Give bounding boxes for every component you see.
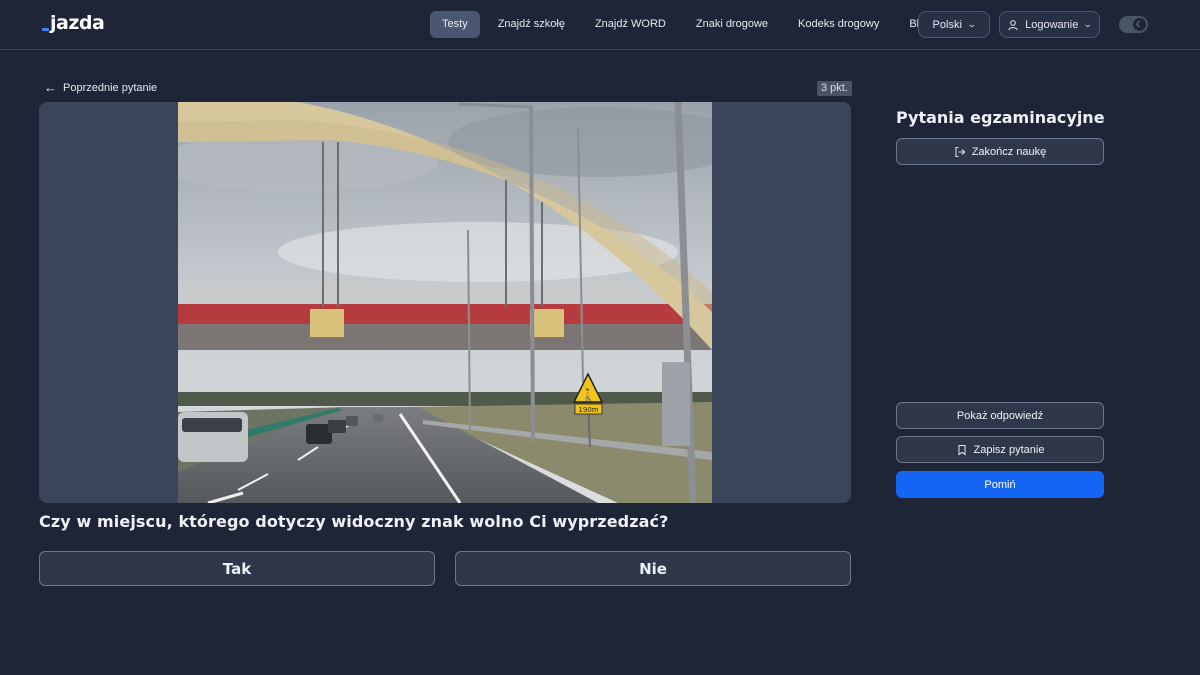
user-icon [1008, 19, 1018, 30]
points-badge: 3 pkt. [817, 81, 852, 96]
logo-text: jazda [50, 12, 105, 34]
logout-icon [955, 146, 965, 157]
logo[interactable]: jazda [42, 12, 105, 34]
chevron-down-icon: ⌄ [966, 19, 977, 29]
question-media: 🚶 190m [39, 102, 851, 503]
bookmark-icon [958, 444, 966, 455]
nav-item-testy[interactable]: Testy [430, 11, 480, 38]
previous-question-link[interactable]: ← Poprzednie pytanie [44, 80, 157, 95]
language-select[interactable]: Polski ⌄ [918, 11, 990, 38]
login-label: Logowanie [1025, 18, 1079, 31]
moon-icon: ☾ [1133, 18, 1146, 31]
logo-accent-mark [42, 27, 49, 31]
sidebar-title: Pytania egzaminacyjne [896, 108, 1105, 127]
nav-item-find-school[interactable]: Znajdź szkołę [486, 11, 577, 38]
svg-text:🚶: 🚶 [581, 388, 596, 402]
question-image: 🚶 190m [178, 102, 712, 503]
end-study-label: Zakończ naukę [971, 145, 1047, 158]
nav-item-find-word[interactable]: Znajdź WORD [583, 11, 678, 38]
save-question-button[interactable]: Zapisz pytanie [896, 436, 1104, 463]
main-nav: Testy Znajdź szkołę Znajdź WORD Znaki dr… [430, 11, 949, 38]
login-button[interactable]: Logowanie ⌄ [999, 11, 1100, 38]
chevron-down-icon: ⌄ [1083, 19, 1094, 29]
language-label: Polski [932, 18, 962, 31]
top-bar: jazda Testy Znajdź szkołę Znajdź WORD Zn… [0, 0, 1200, 50]
show-answer-label: Pokaż odpowiedź [956, 409, 1044, 422]
answer-yes-button[interactable]: Tak [39, 551, 435, 586]
skip-label: Pomiń [984, 478, 1016, 491]
answer-no-button[interactable]: Nie [455, 551, 851, 586]
nav-item-traffic-code[interactable]: Kodeks drogowy [786, 11, 891, 38]
nav-item-road-signs[interactable]: Znaki drogowe [684, 11, 780, 38]
skip-button[interactable]: Pomiń [896, 471, 1104, 498]
theme-toggle[interactable]: ☾ [1119, 16, 1148, 33]
previous-question-label: Poprzednie pytanie [63, 81, 158, 94]
show-answer-button[interactable]: Pokaż odpowiedź [896, 402, 1104, 429]
save-question-label: Zapisz pytanie [973, 443, 1045, 456]
question-text: Czy w miejscu, którego dotyczy widoczny … [39, 512, 669, 531]
sign-distance-plate: 190m [578, 406, 598, 414]
arrow-left-icon: ← [44, 80, 57, 95]
end-study-button[interactable]: Zakończ naukę [896, 138, 1104, 165]
